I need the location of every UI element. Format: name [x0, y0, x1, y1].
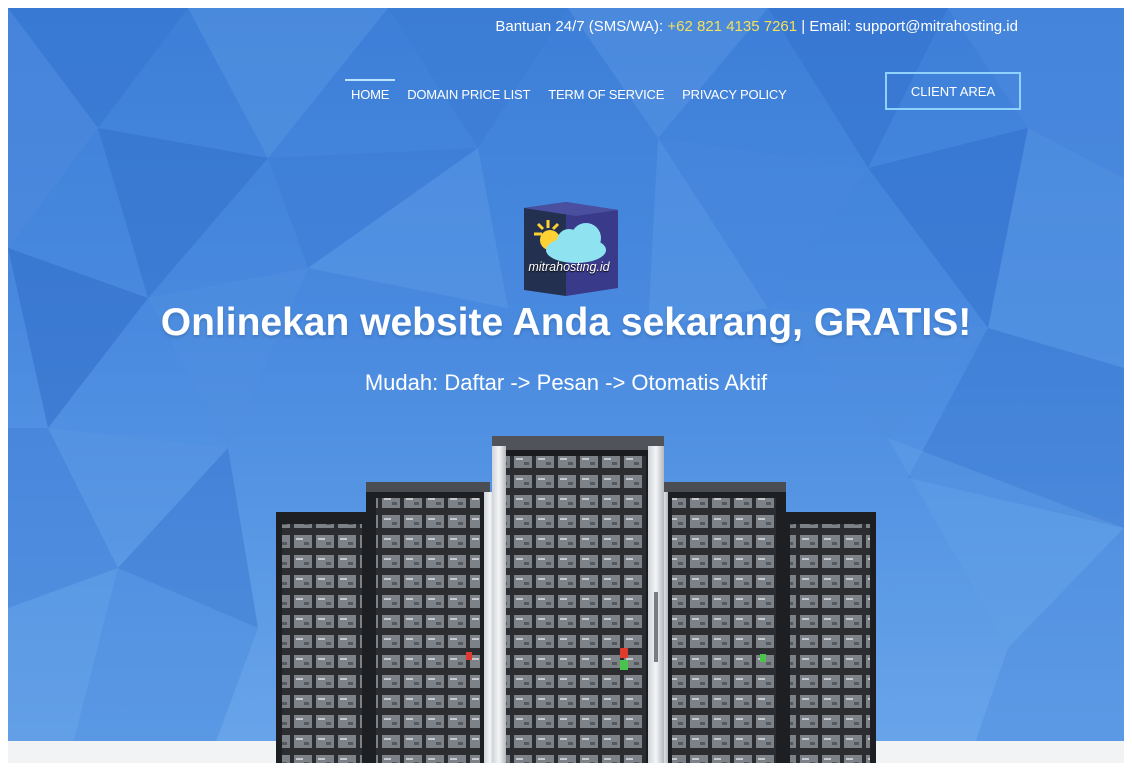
server-rack — [656, 482, 786, 763]
site-logo[interactable]: mitrahosting.id — [514, 198, 624, 300]
nav-privacy-policy[interactable]: PRIVACY POLICY — [682, 81, 787, 108]
hero-banner: Bantuan 24/7 (SMS/WA): +62 821 4135 7261… — [8, 8, 1124, 763]
nav-home[interactable]: HOME — [344, 78, 396, 108]
client-area-button[interactable]: CLIENT AREA — [885, 72, 1021, 110]
server-rack — [366, 482, 496, 763]
nav-term-of-service[interactable]: TERM OF SERVICE — [548, 81, 664, 108]
nav-domain-price-list[interactable]: DOMAIN PRICE LIST — [407, 81, 530, 108]
support-label: Bantuan 24/7 (SMS/WA): — [495, 18, 668, 35]
support-contact-bar: Bantuan 24/7 (SMS/WA): +62 821 4135 7261… — [495, 18, 1018, 35]
server-rack-image — [276, 436, 876, 763]
support-email[interactable]: | Email: support@mitrahosting.id — [797, 18, 1018, 35]
support-phone[interactable]: +62 821 4135 7261 — [667, 18, 797, 35]
main-nav: HOME DOMAIN PRICE LIST TERM OF SERVICE P… — [344, 72, 805, 116]
server-rack — [492, 436, 664, 763]
server-rack — [784, 512, 876, 763]
hero-subheadline: Mudah: Daftar -> Pesan -> Otomatis Aktif — [364, 370, 768, 395]
logo-text: mitrahosting.id — [528, 260, 610, 274]
hero-headline: Onlinekan website Anda sekarang, GRATIS! — [160, 301, 972, 344]
server-rack — [276, 512, 368, 763]
cloud-sun-logo-icon — [524, 202, 618, 296]
